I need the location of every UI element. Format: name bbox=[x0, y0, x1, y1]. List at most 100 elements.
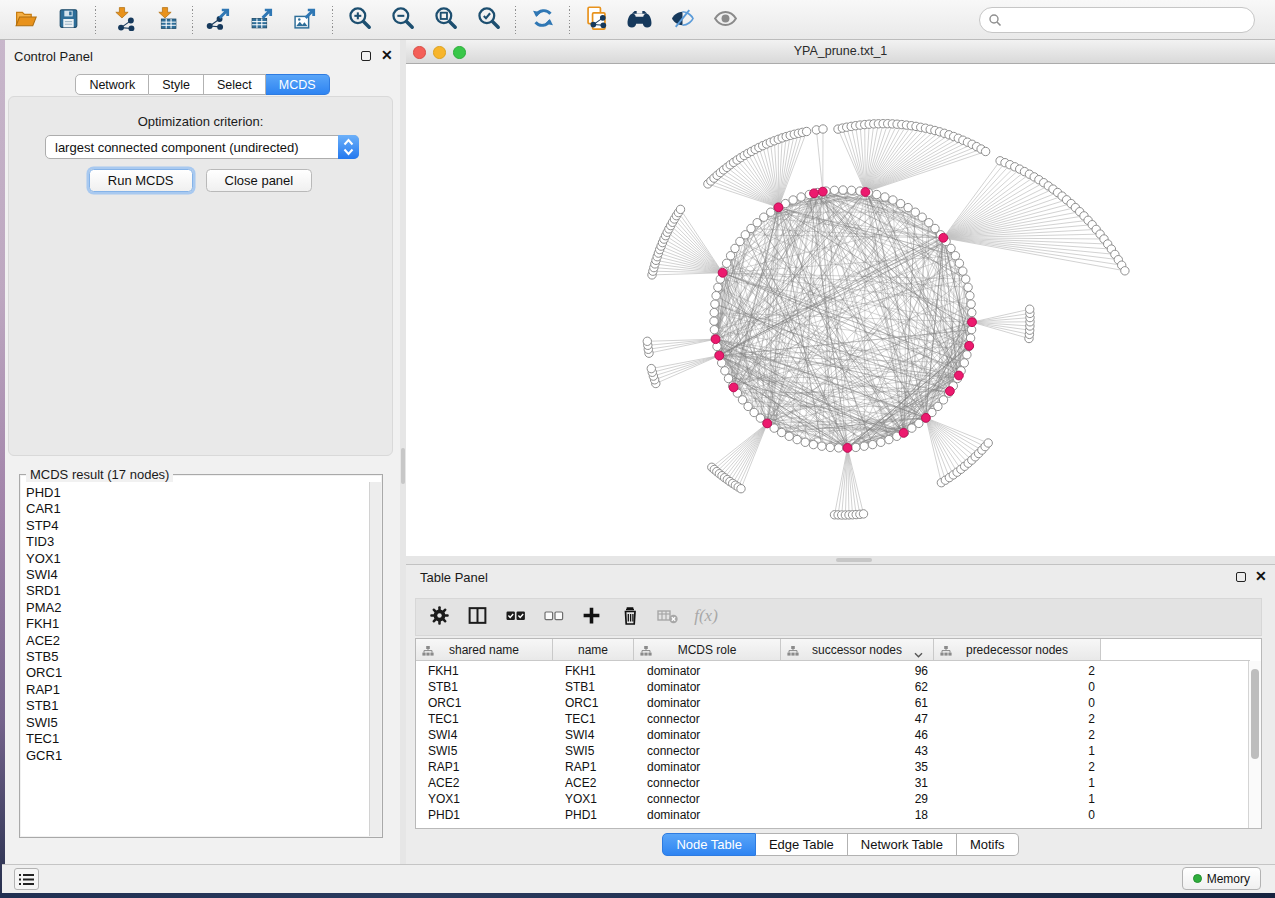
table-scrollbar[interactable] bbox=[1248, 661, 1261, 828]
network-canvas[interactable] bbox=[406, 64, 1275, 556]
cell-successor-nodes: 43 bbox=[781, 743, 934, 759]
cell-MCDS-role: dominator bbox=[634, 663, 781, 679]
zoom-selected-button[interactable] bbox=[467, 3, 510, 37]
table-row[interactable]: TEC1TEC1connector472 bbox=[416, 711, 1250, 727]
graphics-toggle-button[interactable] bbox=[704, 3, 747, 37]
result-item[interactable]: CAR1 bbox=[26, 501, 369, 517]
splitter-handle[interactable] bbox=[836, 558, 872, 562]
share-document-icon bbox=[583, 5, 610, 35]
network-window-titlebar[interactable]: YPA_prune.txt_1 bbox=[406, 40, 1275, 64]
memory-button[interactable]: Memory bbox=[1182, 867, 1261, 890]
import-table-button[interactable] bbox=[144, 3, 187, 37]
result-item[interactable]: YOX1 bbox=[26, 551, 369, 567]
tab-network[interactable]: Network bbox=[75, 74, 149, 95]
cell-shared-name: SWI4 bbox=[416, 727, 553, 743]
result-item[interactable]: TID3 bbox=[26, 534, 369, 550]
share-document-button[interactable] bbox=[575, 3, 618, 37]
tab-select[interactable]: Select bbox=[204, 74, 266, 95]
save-session-button[interactable] bbox=[47, 3, 90, 37]
column-header-successor-nodes[interactable]: successor nodes bbox=[781, 639, 934, 661]
column-header-predecessor-nodes[interactable]: predecessor nodes bbox=[934, 639, 1101, 661]
mcds-result-list[interactable]: PHD1CAR1STP4TID3YOX1SWI4SRD1PMA2FKH1ACE2… bbox=[21, 482, 369, 836]
tab-edge-table[interactable]: Edge Table bbox=[756, 833, 848, 856]
scrollbar-thumb[interactable] bbox=[1251, 669, 1259, 759]
select-all-check-button[interactable] bbox=[500, 602, 531, 632]
result-item[interactable]: PMA2 bbox=[26, 600, 369, 616]
criterion-dropdown[interactable]: largest connected component (undirected) bbox=[45, 135, 359, 159]
table-row[interactable]: ORC1ORC1dominator610 bbox=[416, 695, 1250, 711]
column-header-name[interactable]: name bbox=[553, 639, 634, 661]
tab-node-table[interactable]: Node Table bbox=[662, 833, 756, 856]
node-table: shared namenameMCDS rolesuccessor nodesp… bbox=[415, 638, 1262, 829]
search-input[interactable] bbox=[1007, 13, 1254, 27]
table-panel-title: Table Panel bbox=[420, 570, 488, 585]
export-image-button[interactable] bbox=[284, 3, 327, 37]
delete-table-icon bbox=[656, 606, 680, 629]
zoom-out-icon bbox=[390, 5, 416, 34]
horizontal-splitter[interactable] bbox=[406, 556, 1275, 564]
result-item[interactable]: TEC1 bbox=[26, 731, 369, 747]
result-scrollbar[interactable] bbox=[369, 482, 381, 836]
function-builder-button[interactable]: f(x) bbox=[690, 602, 721, 632]
splitter-handle[interactable] bbox=[401, 448, 405, 484]
table-row[interactable]: SWI4SWI4dominator462 bbox=[416, 727, 1250, 743]
result-item[interactable]: GCR1 bbox=[26, 748, 369, 764]
table-row[interactable]: PHD1PHD1dominator180 bbox=[416, 807, 1250, 823]
unselect-all-check-button[interactable] bbox=[538, 602, 569, 632]
task-history-button[interactable] bbox=[14, 868, 39, 890]
float-panel-icon[interactable] bbox=[361, 51, 371, 61]
tab-motifs[interactable]: Motifs bbox=[957, 833, 1019, 856]
table-row[interactable]: YOX1YOX1connector291 bbox=[416, 791, 1250, 807]
table-row[interactable]: RAP1RAP1dominator352 bbox=[416, 759, 1250, 775]
result-item[interactable]: PHD1 bbox=[26, 485, 369, 501]
task-list-icon bbox=[19, 873, 34, 886]
float-table-panel-icon[interactable] bbox=[1236, 572, 1246, 582]
export-network-button[interactable] bbox=[198, 3, 241, 37]
tab-style[interactable]: Style bbox=[149, 74, 204, 95]
column-header-shared-name[interactable]: shared name bbox=[416, 639, 553, 661]
refresh-button[interactable] bbox=[521, 3, 564, 37]
vizmapper-toggle-button[interactable] bbox=[661, 3, 704, 37]
search-box[interactable] bbox=[979, 7, 1255, 33]
cell-predecessor-nodes: 0 bbox=[934, 807, 1101, 823]
zoom-in-icon bbox=[347, 5, 373, 34]
table-row[interactable]: STB1STB1dominator620 bbox=[416, 679, 1250, 695]
close-panel-button[interactable]: Close panel bbox=[206, 169, 313, 192]
cell-MCDS-role: connector bbox=[634, 711, 781, 727]
result-item[interactable]: ORC1 bbox=[26, 665, 369, 681]
run-mcds-button[interactable]: Run MCDS bbox=[89, 169, 193, 192]
result-item[interactable]: STB1 bbox=[26, 698, 369, 714]
zoom-fit-button[interactable] bbox=[424, 3, 467, 37]
zoom-out-button[interactable] bbox=[381, 3, 424, 37]
application-window: Control Panel ✕ NetworkStyleSelectMCDS O… bbox=[0, 0, 1275, 893]
tab-mcds[interactable]: MCDS bbox=[266, 74, 330, 95]
column-header-MCDS-role[interactable]: MCDS role bbox=[634, 639, 781, 661]
add-column-button[interactable] bbox=[576, 602, 607, 632]
close-table-panel-icon[interactable]: ✕ bbox=[1255, 568, 1267, 584]
zoom-fit-icon bbox=[433, 5, 459, 34]
delete-column-button[interactable] bbox=[614, 602, 645, 632]
result-item[interactable]: SRD1 bbox=[26, 583, 369, 599]
export-table-button[interactable] bbox=[241, 3, 284, 37]
delete-table-button[interactable] bbox=[652, 602, 683, 632]
result-item[interactable]: FKH1 bbox=[26, 616, 369, 632]
table-row[interactable]: FKH1FKH1dominator962 bbox=[416, 663, 1250, 679]
table-row[interactable]: ACE2ACE2connector311 bbox=[416, 775, 1250, 791]
toolbar-separator bbox=[569, 6, 570, 34]
zoom-in-button[interactable] bbox=[338, 3, 381, 37]
result-item[interactable]: SWI5 bbox=[26, 715, 369, 731]
table-row[interactable]: SWI5SWI5connector431 bbox=[416, 743, 1250, 759]
show-columns-button[interactable] bbox=[462, 602, 493, 632]
result-item[interactable]: RAP1 bbox=[26, 682, 369, 698]
result-item[interactable]: STP4 bbox=[26, 518, 369, 534]
result-item[interactable]: STB5 bbox=[26, 649, 369, 665]
open-session-button[interactable] bbox=[4, 3, 47, 37]
criterion-dropdown-value: largest connected component (undirected) bbox=[46, 140, 338, 155]
result-item[interactable]: ACE2 bbox=[26, 633, 369, 649]
table-options-button[interactable] bbox=[424, 602, 455, 632]
result-item[interactable]: SWI4 bbox=[26, 567, 369, 583]
tab-network-table[interactable]: Network Table bbox=[848, 833, 957, 856]
close-panel-icon[interactable]: ✕ bbox=[381, 47, 393, 63]
import-network-button[interactable] bbox=[101, 3, 144, 37]
search-network-button[interactable] bbox=[618, 3, 661, 37]
